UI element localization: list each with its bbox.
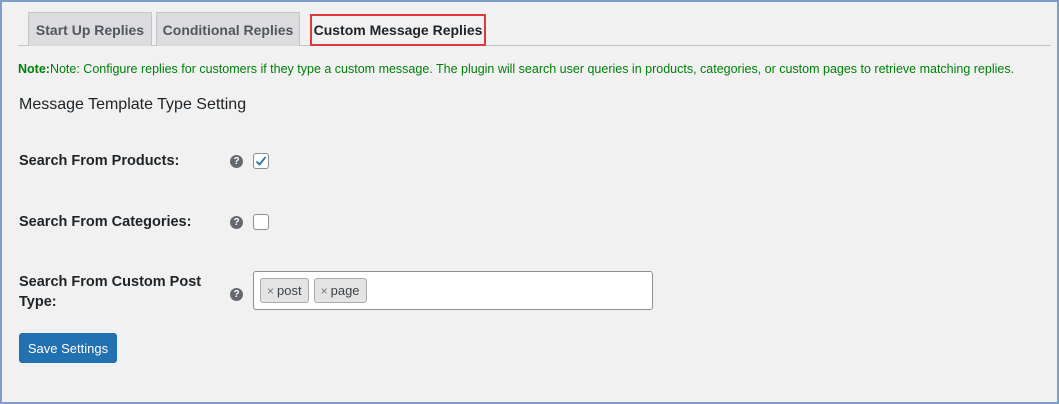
tag-label: page bbox=[330, 283, 360, 298]
help-icon[interactable]: ? bbox=[230, 155, 243, 168]
tab-bar: Start Up Replies Conditional Replies Cus… bbox=[18, 10, 1051, 46]
help-icon[interactable]: ? bbox=[230, 288, 243, 301]
remove-tag-icon[interactable]: × bbox=[267, 284, 274, 298]
checkmark-icon bbox=[255, 156, 267, 166]
tag-post: × post bbox=[260, 278, 309, 303]
search-categories-label: Search From Categories: bbox=[19, 214, 192, 230]
section-title: Message Template Type Setting bbox=[19, 96, 247, 113]
search-custom-post-label-line1: Search From Custom Post bbox=[19, 274, 202, 290]
search-products-label: Search From Products: bbox=[19, 153, 180, 169]
search-categories-checkbox[interactable] bbox=[253, 214, 269, 230]
remove-tag-icon[interactable]: × bbox=[321, 284, 328, 298]
search-custom-post-label-line2: Type: bbox=[19, 294, 57, 310]
tab-start-up-replies[interactable]: Start Up Replies bbox=[28, 12, 152, 46]
tag-label: post bbox=[277, 283, 302, 298]
search-custom-post-label: Search From Custom Post Type: bbox=[19, 272, 201, 312]
help-icon[interactable]: ? bbox=[230, 216, 243, 229]
custom-post-type-select[interactable]: × post × page bbox=[253, 271, 653, 310]
settings-panel: Start Up Replies Conditional Replies Cus… bbox=[0, 0, 1059, 404]
note-prefix: Note: bbox=[18, 62, 50, 76]
note-body: Note: Configure replies for customers if… bbox=[49, 62, 1015, 76]
tab-custom-message-replies[interactable]: Custom Message Replies bbox=[310, 14, 486, 46]
tag-page: × page bbox=[313, 278, 367, 303]
tab-conditional-replies[interactable]: Conditional Replies bbox=[156, 12, 300, 46]
search-products-checkbox[interactable] bbox=[253, 153, 269, 169]
save-settings-button[interactable]: Save Settings bbox=[19, 333, 117, 363]
note-text: Note:Note: Configure replies for custome… bbox=[18, 62, 1014, 76]
